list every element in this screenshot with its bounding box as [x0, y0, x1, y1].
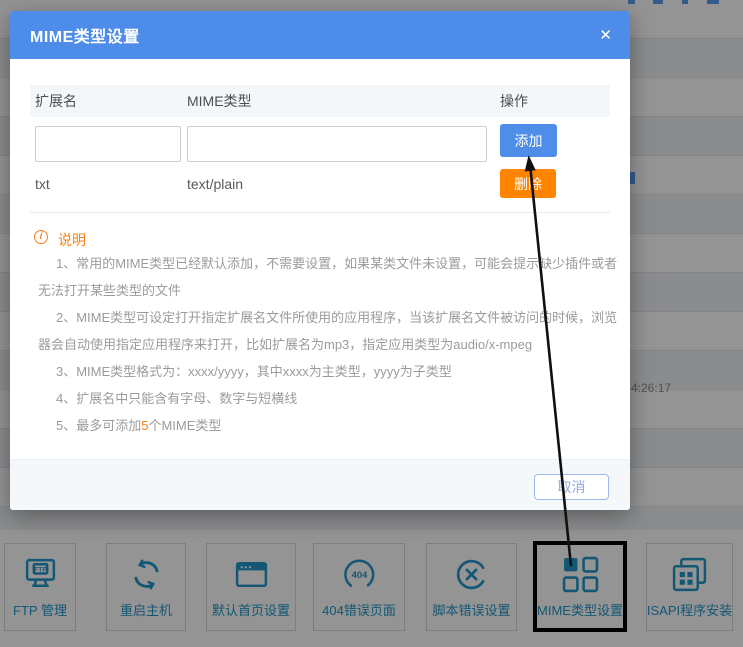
note-line: 3、MIME类型格式为：xxxx/yyyy，其中xxxx为主类型，yyyy为子类…: [38, 358, 604, 385]
note-line: 1、常用的MIME类型已经默认添加，不需要设置，如果某类文件未设置，可能会提示缺…: [38, 250, 604, 277]
notes-title: 说明: [58, 230, 86, 250]
note-line: 5、最多可添加5个MIME类型: [38, 412, 604, 439]
column-header-operation: 操作: [500, 85, 528, 117]
column-header-extension: 扩展名: [35, 85, 77, 117]
mime-settings-modal: MIME类型设置 ✕ 扩展名 MIME类型 操作 添加 txt text/pla…: [10, 11, 630, 510]
extension-input[interactable]: [35, 126, 181, 162]
close-icon[interactable]: ✕: [599, 28, 612, 43]
mime-type-input[interactable]: [187, 126, 487, 162]
note-line: 4、扩展名中只能含有字母、数字与短横线: [38, 385, 604, 412]
mime-table-header: 扩展名 MIME类型 操作: [30, 85, 610, 117]
row-mime-value: text/plain: [187, 173, 243, 195]
modal-header: MIME类型设置 ✕: [10, 11, 630, 59]
notes-list: 1、常用的MIME类型已经默认添加，不需要设置，如果某类文件未设置，可能会提示缺…: [38, 250, 604, 439]
note-line: 器会自动使用指定应用程序来打开，比如扩展名为mp3，指定应用类型为audio/x…: [38, 331, 604, 358]
row-extension-value: txt: [35, 173, 50, 195]
modal-title: MIME类型设置: [30, 23, 140, 47]
add-button[interactable]: 添加: [500, 124, 557, 157]
info-icon: i: [34, 230, 48, 244]
section-divider: [30, 212, 610, 213]
note-line: 2、MIME类型可设定打开指定扩展名文件所使用的应用程序，当该扩展名文件被访问的…: [38, 304, 604, 331]
modal-footer: 取消: [10, 459, 630, 510]
delete-button[interactable]: 删除: [500, 169, 556, 198]
column-header-mime-type: MIME类型: [187, 85, 252, 117]
cancel-button[interactable]: 取消: [534, 474, 609, 500]
note-line: 无法打开某些类型的文件: [38, 277, 604, 304]
